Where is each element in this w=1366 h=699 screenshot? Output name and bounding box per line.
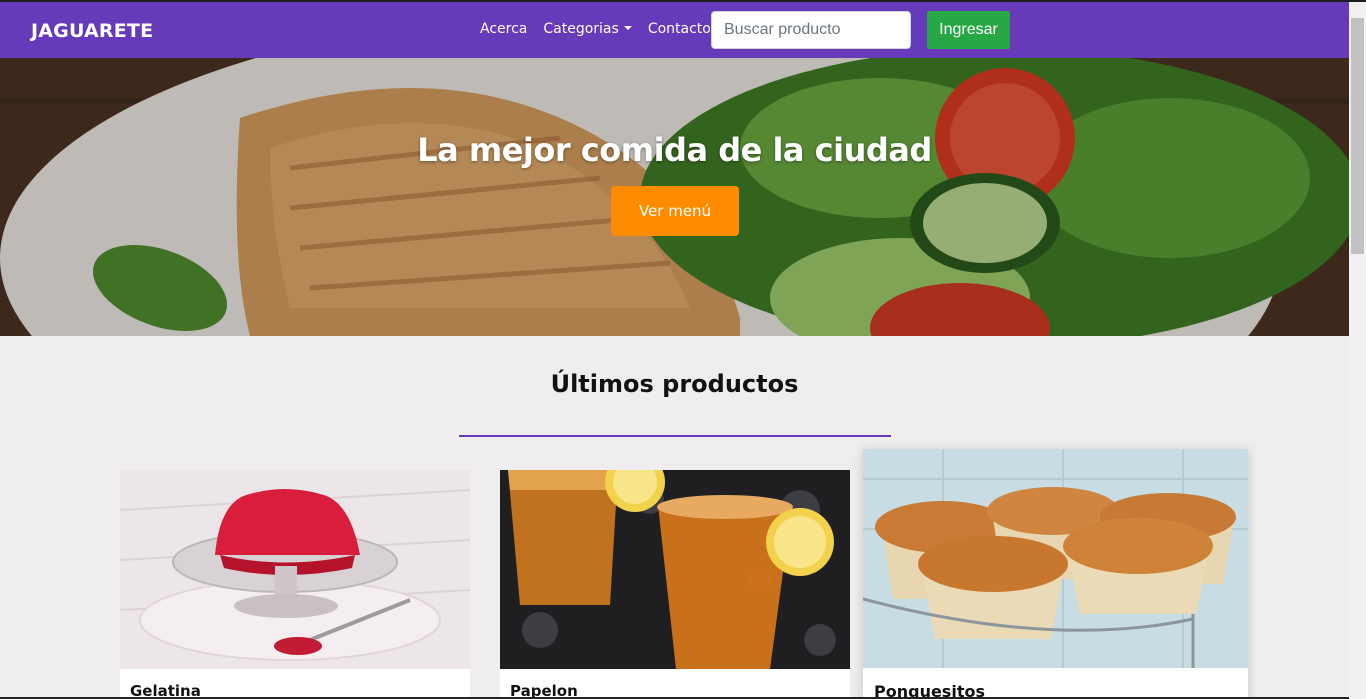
- search-input[interactable]: [711, 11, 911, 49]
- nav-link-contacto[interactable]: Contacto: [648, 21, 711, 37]
- nav-dropdown-categorias[interactable]: Categorias: [543, 21, 632, 37]
- product-card-ponquesitos[interactable]: Ponquesitos: [863, 449, 1248, 699]
- section-divider: [459, 435, 891, 437]
- nav-dropdown-label: Categorias: [543, 21, 619, 37]
- brand-logo[interactable]: JAGUARETE: [31, 20, 153, 42]
- login-button[interactable]: Ingresar: [927, 11, 1010, 49]
- caret-down-icon: [623, 26, 632, 30]
- product-card-papelon[interactable]: Papelon: [500, 470, 850, 699]
- hero-banner: La mejor comida de la ciudad Ver menú: [0, 58, 1349, 336]
- nav-links: Acerca Categorias Contacto: [480, 21, 727, 37]
- hero-title: La mejor comida de la ciudad: [417, 131, 932, 169]
- section-title: Últimos productos: [550, 370, 799, 398]
- product-image-gelatina: [120, 470, 470, 669]
- navbar: JAGUARETE Acerca Categorias Contacto Ing…: [0, 2, 1349, 58]
- scrollbar-thumb[interactable]: [1351, 18, 1364, 254]
- view-menu-button[interactable]: Ver menú: [611, 186, 739, 236]
- nav-link-acerca[interactable]: Acerca: [480, 21, 527, 37]
- product-image-papelon: [500, 470, 850, 669]
- product-image-ponquesitos: [863, 449, 1248, 668]
- product-card-gelatina[interactable]: Gelatina: [120, 470, 470, 699]
